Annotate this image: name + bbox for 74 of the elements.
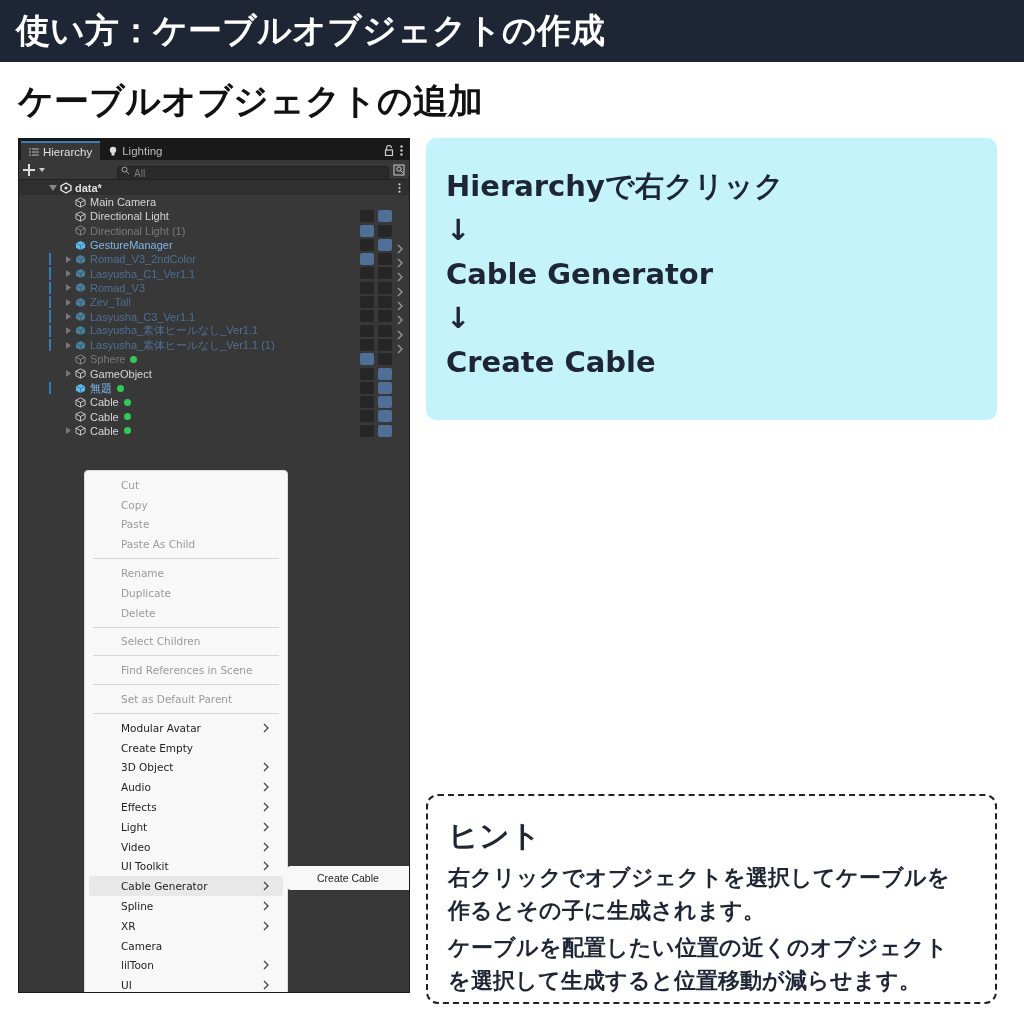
menu-item[interactable]: Camera (89, 935, 283, 956)
menu-item[interactable]: UI Toolkit (89, 856, 283, 877)
menu-item[interactable]: Modular Avatar (89, 717, 283, 738)
step-text: Create Cable (446, 344, 657, 380)
cube-icon (75, 196, 86, 208)
cube-icon (75, 411, 86, 423)
menu-item[interactable]: Audio (89, 777, 283, 798)
add-dropdown-icon[interactable] (23, 162, 47, 177)
scene-name[interactable]: data* (75, 181, 102, 194)
hint-title: ヒント (448, 817, 542, 855)
cube-icon (75, 210, 86, 222)
pick-toggle[interactable] (378, 210, 392, 223)
hint-text: ケーブルを配置したい位置の近くのオブジェクトを選択して生成すると位置移動が減らせます。 (448, 934, 949, 995)
menu-item[interactable]: 3D Object (89, 757, 283, 778)
page-title: 使い方：ケーブルオブジェクトの作成 (16, 9, 605, 52)
search-field[interactable]: All (117, 166, 389, 180)
expand-arrow-icon[interactable] (65, 427, 72, 435)
prefab-cube-icon (75, 282, 86, 294)
cube-icon (75, 425, 86, 437)
lightbulb-icon (108, 145, 119, 156)
menu-item[interactable]: Cable Generator (89, 876, 283, 897)
panel-tab[interactable]: Lighting (100, 141, 171, 160)
hierarchy-item[interactable]: Cable (90, 396, 119, 409)
cube-icon (75, 353, 86, 365)
step-text: Hierarchyで右クリック (446, 168, 785, 204)
lock-icon[interactable] (384, 145, 394, 156)
pick-toggle[interactable] (378, 381, 392, 394)
menu-item[interactable]: Spline (89, 896, 283, 916)
pick-toggle[interactable] (378, 410, 392, 423)
kebab-menu-icon[interactable] (400, 145, 403, 156)
kebab-menu-icon[interactable] (398, 182, 401, 193)
prefab-cube-icon (75, 325, 86, 337)
list-icon (29, 146, 39, 157)
prefab-cube-icon (75, 239, 86, 251)
menu-item[interactable]: lilToon (89, 955, 283, 976)
menu-item[interactable]: Create Empty (89, 737, 283, 758)
hierarchy-item[interactable]: Cable (90, 424, 119, 437)
prefab-cube-icon (75, 382, 86, 394)
expanded-arrow-icon[interactable] (49, 183, 57, 192)
pick-toggle[interactable] (378, 238, 392, 251)
visibility-toggle[interactable] (360, 238, 374, 251)
prefab-cube-icon (75, 268, 86, 280)
cube-icon (75, 368, 86, 380)
scene-icon (60, 181, 72, 194)
menu-item[interactable]: Video (89, 836, 283, 857)
scene-search-icon[interactable] (393, 163, 405, 176)
expand-arrow-icon[interactable] (65, 370, 72, 378)
menu-item[interactable]: Effects (89, 797, 283, 817)
hierarchy-item[interactable]: Directional Light (90, 210, 169, 223)
hierarchy-item[interactable]: GameObject (90, 367, 152, 380)
step-text: ↓ (446, 300, 472, 336)
prefab-cube-icon (75, 253, 86, 265)
cube-icon (75, 396, 86, 408)
cube-icon (75, 225, 86, 237)
hierarchy-item[interactable]: 無題 (90, 380, 112, 396)
prefab-cube-icon (75, 339, 86, 351)
menu-item[interactable]: XR (89, 915, 283, 936)
menu-item[interactable]: UI (89, 975, 283, 992)
submenu-item[interactable]: Create Cable (287, 866, 409, 890)
search-icon (121, 165, 131, 174)
section-heading: ケーブルオブジェクトの追加 (16, 80, 484, 122)
hint-text: 右クリックでオブジェクトを選択してケーブルを作るとその子に生成されます。 (448, 864, 951, 925)
hierarchy-item[interactable]: GestureManager (90, 239, 173, 252)
prefab-cube-icon (75, 311, 86, 322)
step-text: ↓ (446, 212, 472, 248)
pick-toggle[interactable] (378, 424, 392, 437)
menu-item[interactable]: Light (89, 816, 283, 837)
hierarchy-item[interactable]: Main Camera (90, 196, 157, 209)
panel-tab[interactable]: Hierarchy (21, 141, 101, 160)
pick-toggle[interactable] (378, 367, 392, 380)
hierarchy-item[interactable]: Cable (90, 410, 119, 423)
prefab-cube-icon (75, 296, 86, 308)
pick-toggle[interactable] (378, 396, 392, 409)
step-text: Cable Generator (446, 256, 715, 292)
